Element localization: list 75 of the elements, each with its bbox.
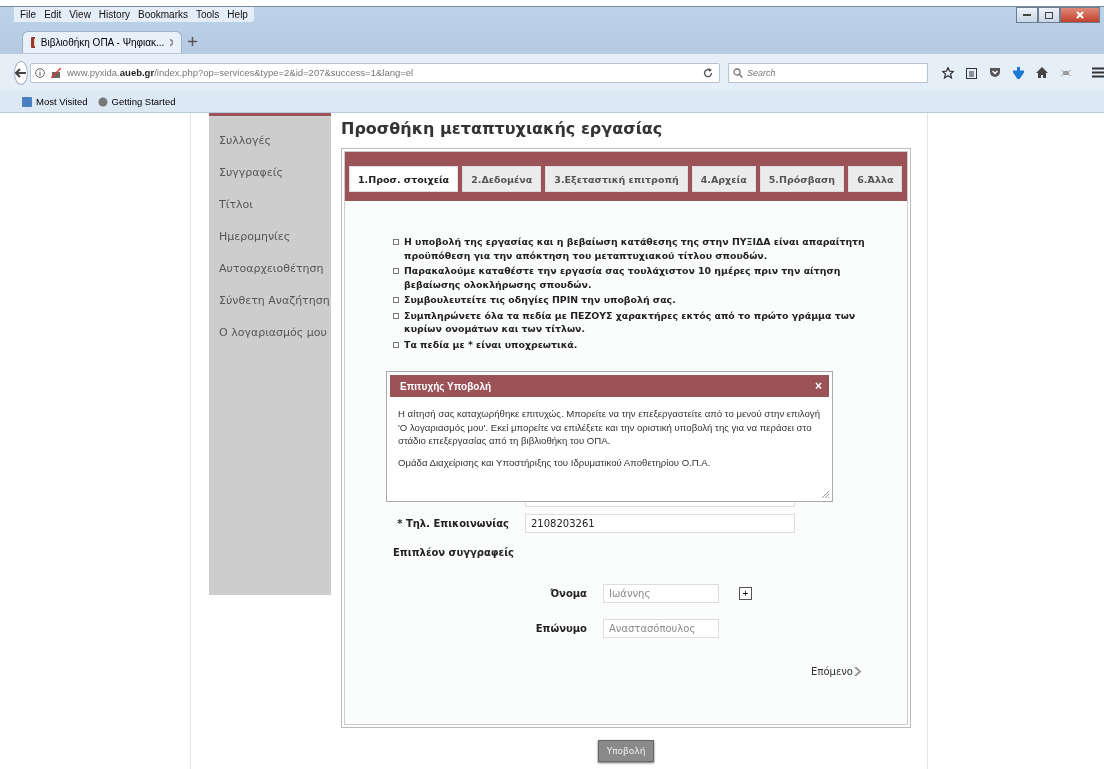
chevron-icon — [854, 667, 861, 676]
home-icon[interactable] — [1036, 67, 1048, 78]
minimize-icon — [1023, 13, 1031, 17]
bookmark-link[interactable]: Most Visited — [22, 96, 88, 107]
menu-item[interactable]: Tools — [196, 9, 220, 20]
phone-field[interactable]: 2108203261 — [525, 514, 795, 533]
back-arrow-icon — [15, 67, 27, 78]
bullet-icon — [393, 239, 399, 245]
menu-item[interactable]: File — [20, 9, 37, 20]
form-tab[interactable]: 4.Αρχεία — [691, 166, 756, 192]
sidebar-link[interactable]: Συγγραφείς — [209, 156, 331, 188]
bullet-icon — [393, 268, 399, 274]
bookmark-link[interactable]: Getting Started — [97, 96, 176, 107]
star-icon[interactable] — [942, 66, 954, 79]
dialog-message: Η αίτησή σας καταχωρήθηκε επιτυχώς. Μπορείτε να την επεξεργαστείτε από το μενού στην επιλογή 'Ο λογαριασμός μου'. Εκεί μπορείτε να επιλέξετε και την οριστική υποβολή της για να περάσει στο στάδιο επεξεργασίας από τη βιβλιοθήκη του ΟΠΑ. — [398, 407, 821, 448]
search-field[interactable]: Search — [728, 62, 928, 83]
page-title: Προσθήκη μεταπτυχιακής εργασίας — [341, 119, 664, 138]
menu-item[interactable]: Bookmarks — [138, 9, 188, 20]
pocket-icon[interactable] — [989, 67, 1001, 78]
form-tab[interactable]: 1.Προσ. στοιχεία — [349, 166, 459, 192]
sidebar-link[interactable]: Σύνθετη Αναζήτηση — [209, 284, 331, 316]
download-arrow-icon[interactable] — [1013, 66, 1024, 79]
form-tab[interactable]: 6.Άλλα — [848, 166, 903, 192]
sidebar-link[interactable]: Συλλογές — [209, 124, 331, 156]
maximize-icon — [1045, 11, 1053, 19]
address-field[interactable]: www.pyxida.aueb.gr/index.php?op=services&type=2&id=207&success=1&lang=el — [30, 62, 720, 83]
info-icon — [35, 67, 45, 78]
sidebar-link[interactable]: Ο λογαριασμός μου — [209, 316, 331, 348]
field-label: * Τηλ. Επικοινωνίας — [396, 518, 509, 529]
bug-icon[interactable] — [1060, 67, 1072, 78]
reader-list-icon[interactable] — [966, 66, 977, 79]
notice-text: Η υποβολή της εργασίας και η βεβαίωση κατάθεσης της στην ΠΥΞΙΔΑ είναι απαραίτητη προϋπόθεση για την απόκτηση του μεταπτυχιακού τίτλου σπουδών. — [404, 235, 866, 262]
dialog-title: Επιτυχής Υποβολή — [400, 380, 492, 392]
menu-item[interactable]: Help — [227, 9, 248, 20]
back-button[interactable] — [14, 60, 28, 85]
resize-grip-icon[interactable] — [821, 490, 829, 498]
dialog-message: Ομάδα Διαχείρισης και Υποστήριξης του Ιδρυματικού Αποθετηρίου Ο.Π.Α. — [398, 455, 712, 469]
next-link[interactable]: Επόμενο — [811, 666, 861, 677]
maximize-button[interactable] — [1038, 7, 1060, 23]
reload-icon[interactable] — [703, 67, 713, 78]
book-icon — [31, 37, 35, 48]
last-name-field[interactable]: Αναστασόπουλος — [603, 619, 719, 638]
notice-text: Συμβουλευτείτε τις οδηγίες ΠΡΙΝ την υποβολή σας. — [404, 293, 676, 307]
new-tab-icon[interactable] — [188, 37, 197, 46]
sidebar-link[interactable]: Αυτοαρχειοθέτηση — [209, 252, 331, 284]
bullet-icon — [393, 341, 399, 348]
field-label: Όνομα — [549, 588, 587, 599]
menu-icon[interactable] — [1092, 67, 1104, 78]
menu-item[interactable]: View — [69, 9, 91, 20]
form-tab[interactable]: 3.Εξεταστική επιτροπή — [545, 166, 688, 192]
field-label: Επώνυμο — [534, 623, 587, 634]
bullet-icon — [393, 312, 399, 319]
add-button[interactable]: + — [739, 587, 752, 600]
globe-icon — [97, 96, 108, 107]
notice-text: Παρακαλούμε καταθέστε την εργασία σας τουλάχιστον 10 ημέρες πριν την αίτηση βεβαίωσης ολοκλήρωσης σπουδών. — [404, 264, 842, 291]
notice-text: Συμπληρώνετε όλα τα πεδία με ΠΕΖΟΥΣ χαρακτήρες εκτός από το πρώτο γράμμα των κυρίων ονομάτων και των τίτλων. — [404, 308, 857, 336]
close-button[interactable] — [1060, 7, 1100, 23]
minimize-button[interactable] — [1016, 7, 1038, 23]
menu-item[interactable]: History — [98, 9, 130, 20]
close-icon — [1076, 11, 1084, 19]
browser-tab[interactable]: Βιβλιοθήκη ΟΠΑ - Ψηφιακ... — [22, 31, 182, 53]
section-heading: Επιπλέον συγγραφείς — [393, 547, 514, 558]
form-tab[interactable]: 5.Πρόσβαση — [759, 166, 845, 192]
menu-item[interactable]: Edit — [44, 9, 62, 20]
close-icon[interactable] — [170, 39, 173, 46]
notice-text: Τα πεδία με * είναι υποχρεωτικά. — [404, 337, 578, 351]
bullet-icon — [393, 297, 399, 303]
dialog-close-button[interactable]: × — [815, 379, 822, 393]
sidebar-link[interactable]: Τίτλοι — [209, 188, 331, 220]
search-icon — [733, 67, 743, 78]
sidebar-link[interactable]: Ημερομηνίες — [209, 220, 331, 252]
first-name-field[interactable]: Ιωάννης — [603, 584, 719, 603]
insecure-lock-icon — [51, 67, 61, 78]
form-tab[interactable]: 2.Δεδομένα — [462, 166, 542, 192]
bookmark-folder-icon — [22, 96, 32, 107]
